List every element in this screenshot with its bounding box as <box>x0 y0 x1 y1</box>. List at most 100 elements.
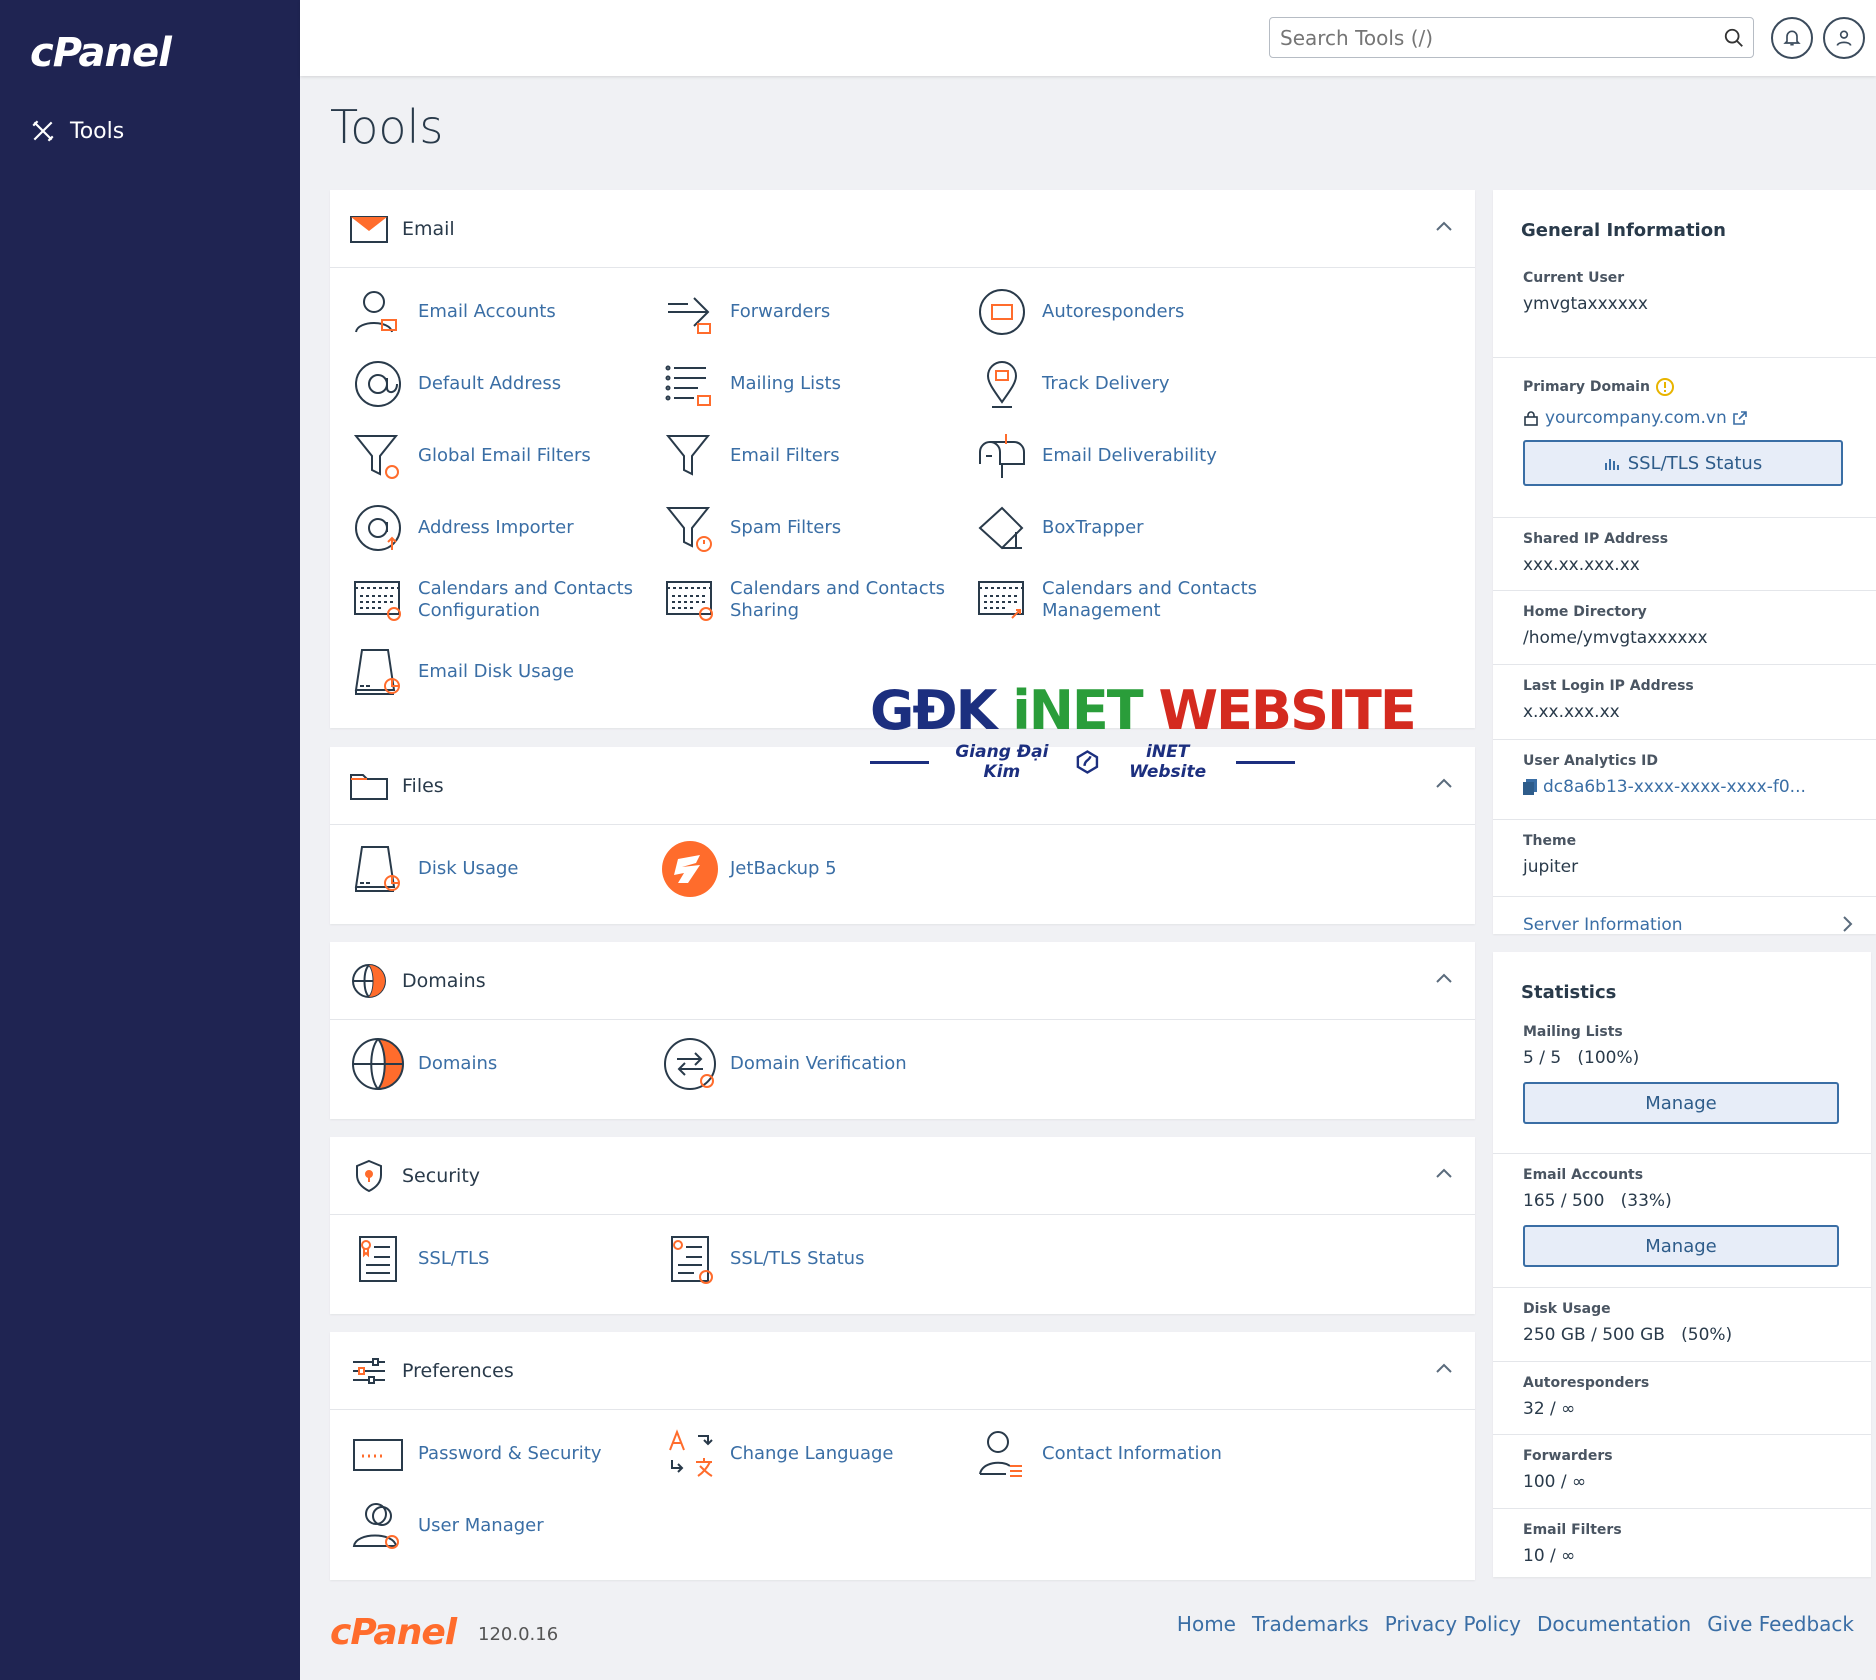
stat-email-accounts: Email Accounts 165 / 500 (33%) Manage <box>1493 1153 1871 1287</box>
tool-mailing-lists[interactable]: Mailing Lists <box>662 356 962 412</box>
tool-default-address[interactable]: Default Address <box>350 356 650 412</box>
user-menu-button[interactable] <box>1823 17 1865 59</box>
globe-icon <box>352 963 386 998</box>
stat-percent: (33%) <box>1620 1191 1672 1211</box>
tool-email-accounts[interactable]: Email Accounts <box>350 284 650 340</box>
info-label: Current User <box>1523 270 1625 286</box>
calendar-config-icon <box>354 581 401 621</box>
sidebar-item-tools[interactable]: Tools <box>30 118 124 144</box>
tool-label: Domains <box>418 1053 498 1074</box>
tool-forwarders[interactable]: Forwarders <box>662 284 962 340</box>
footer-cpanel-logo[interactable]: cPanel <box>330 1612 457 1653</box>
tool-label: Calendars and Contacts Management <box>1042 578 1258 621</box>
tool-email-deliverability[interactable]: Email Deliverability <box>974 428 1274 484</box>
footer-link-home[interactable]: Home <box>1177 1612 1236 1636</box>
tool-jetbackup[interactable]: JetBackup 5 <box>662 841 962 897</box>
info-value: 100 / ∞ <box>1523 1472 1587 1492</box>
info-value: 250 GB / 500 GB (50%) <box>1523 1325 1871 1345</box>
certificate-status-icon <box>671 1236 713 1284</box>
footer-link-give-feedback[interactable]: Give Feedback <box>1707 1612 1854 1636</box>
tool-ssl-tls-status[interactable]: SSL/TLS Status <box>662 1231 962 1287</box>
warning-icon[interactable] <box>1655 378 1674 396</box>
chevron-up-icon[interactable] <box>1435 220 1453 232</box>
search-icon[interactable] <box>1723 27 1745 49</box>
at-import-icon <box>355 505 401 551</box>
ssl-tls-status-button[interactable]: SSL/TLS Status <box>1523 440 1843 486</box>
info-value: x.xx.xxx.xx <box>1523 702 1620 722</box>
tool-calendars-contacts-configuration[interactable]: Calendars and Contacts Configuration <box>350 572 650 628</box>
tool-domain-verification[interactable]: Domain Verification <box>662 1036 962 1092</box>
manage-mailing-lists-button[interactable]: Manage <box>1523 1082 1839 1124</box>
security-panel-header[interactable]: Security <box>330 1137 1475 1215</box>
tool-label: Calendars and Contacts Sharing <box>730 578 946 621</box>
tool-user-manager[interactable]: User Manager <box>350 1498 650 1554</box>
bar-chart-icon <box>1604 459 1619 470</box>
tool-label: Change Language <box>730 1443 894 1464</box>
tool-label: Global Email Filters <box>418 445 591 466</box>
page-title: Tools <box>330 100 444 154</box>
tool-label: Domain Verification <box>730 1053 907 1074</box>
tool-track-delivery[interactable]: Track Delivery <box>974 356 1274 412</box>
footer-link-trademarks[interactable]: Trademarks <box>1252 1612 1369 1636</box>
external-link-icon <box>1732 411 1747 425</box>
tool-label: Contact Information <box>1042 1443 1222 1464</box>
email-panel: Email Email Accounts Forwarders Autoresp… <box>330 190 1475 728</box>
preferences-panel-header[interactable]: Preferences <box>330 1332 1475 1410</box>
tool-disk-usage[interactable]: Disk Usage <box>350 841 650 897</box>
tool-autoresponders[interactable]: Autoresponders <box>974 284 1274 340</box>
panel-title: Preferences <box>402 1359 514 1382</box>
tool-label: SSL/TLS Status <box>730 1248 865 1269</box>
tool-spam-filters[interactable]: Spam Filters <box>662 500 962 556</box>
certificate-icon <box>359 1236 397 1282</box>
tool-boxtrapper[interactable]: BoxTrapper <box>974 500 1274 556</box>
general-info-title: General Information <box>1521 220 1726 241</box>
server-information-link[interactable]: Server Information <box>1493 896 1876 956</box>
tool-email-disk-usage[interactable]: Email Disk Usage <box>350 644 650 700</box>
analytics-copy[interactable]: dc8a6b13-xxxx-xxxx-xxxx-f0... <box>1523 777 1876 797</box>
info-value: 32 / ∞ <box>1523 1399 1576 1419</box>
tool-contact-information[interactable]: Contact Information <box>974 1426 1274 1482</box>
analytics-value: dc8a6b13-xxxx-xxxx-xxxx-f0... <box>1543 777 1806 797</box>
security-panel: Security SSL/TLS SSL/TLS Status <box>330 1137 1475 1314</box>
chevron-up-icon[interactable] <box>1435 972 1453 984</box>
tool-calendars-contacts-management[interactable]: Calendars and Contacts Management <box>974 572 1274 628</box>
search-input[interactable] <box>1270 18 1690 57</box>
notifications-button[interactable] <box>1771 17 1813 59</box>
tool-label: Calendars and Contacts Configuration <box>418 578 634 621</box>
info-label-row: Primary Domain <box>1523 378 1876 396</box>
info-label: Email Filters <box>1523 1522 1622 1538</box>
preferences-panel: Preferences Password & Security Change L… <box>330 1332 1475 1580</box>
chevron-up-icon[interactable] <box>1435 1362 1453 1374</box>
primary-domain-link[interactable]: yourcompany.com.vn <box>1523 408 1876 428</box>
tool-label: Address Importer <box>418 517 574 538</box>
forward-arrow-icon <box>668 297 711 334</box>
topbar <box>300 0 1876 76</box>
chevron-up-icon[interactable] <box>1435 1167 1453 1179</box>
info-label: Forwarders <box>1523 1448 1613 1464</box>
info-last-login: Last Login IP Address x.xx.xxx.xx <box>1493 664 1876 739</box>
footer-link-documentation[interactable]: Documentation <box>1537 1612 1691 1636</box>
tool-change-language[interactable]: Change Language <box>662 1426 962 1482</box>
tool-calendars-contacts-sharing[interactable]: Calendars and Contacts Sharing <box>662 572 962 628</box>
domains-panel-header[interactable]: Domains <box>330 942 1475 1020</box>
envelope-icon <box>350 215 388 243</box>
tool-label: Email Disk Usage <box>418 661 575 682</box>
info-label: Disk Usage <box>1523 1301 1611 1317</box>
tool-label: SSL/TLS <box>418 1248 490 1269</box>
tool-global-email-filters[interactable]: Global Email Filters <box>350 428 650 484</box>
tool-label: Email Filters <box>730 445 840 466</box>
info-label: Primary Domain <box>1523 379 1650 395</box>
password-icon <box>353 1439 403 1471</box>
info-value: 165 / 500 (33%) <box>1523 1191 1871 1211</box>
tool-ssl-tls[interactable]: SSL/TLS <box>350 1231 650 1287</box>
manage-email-accounts-button[interactable]: Manage <box>1523 1225 1839 1267</box>
tool-email-filters[interactable]: Email Filters <box>662 428 962 484</box>
tool-domains[interactable]: Domains <box>350 1036 650 1092</box>
email-panel-header[interactable]: Email <box>330 190 1475 268</box>
cpanel-logo[interactable]: cPanel <box>30 30 172 76</box>
footer-link-privacy-policy[interactable]: Privacy Policy <box>1385 1612 1521 1636</box>
tool-address-importer[interactable]: Address Importer <box>350 500 650 556</box>
chevron-up-icon[interactable] <box>1435 777 1453 789</box>
chevron-right-icon <box>1843 916 1853 932</box>
tool-password-security[interactable]: Password & Security <box>350 1426 650 1482</box>
